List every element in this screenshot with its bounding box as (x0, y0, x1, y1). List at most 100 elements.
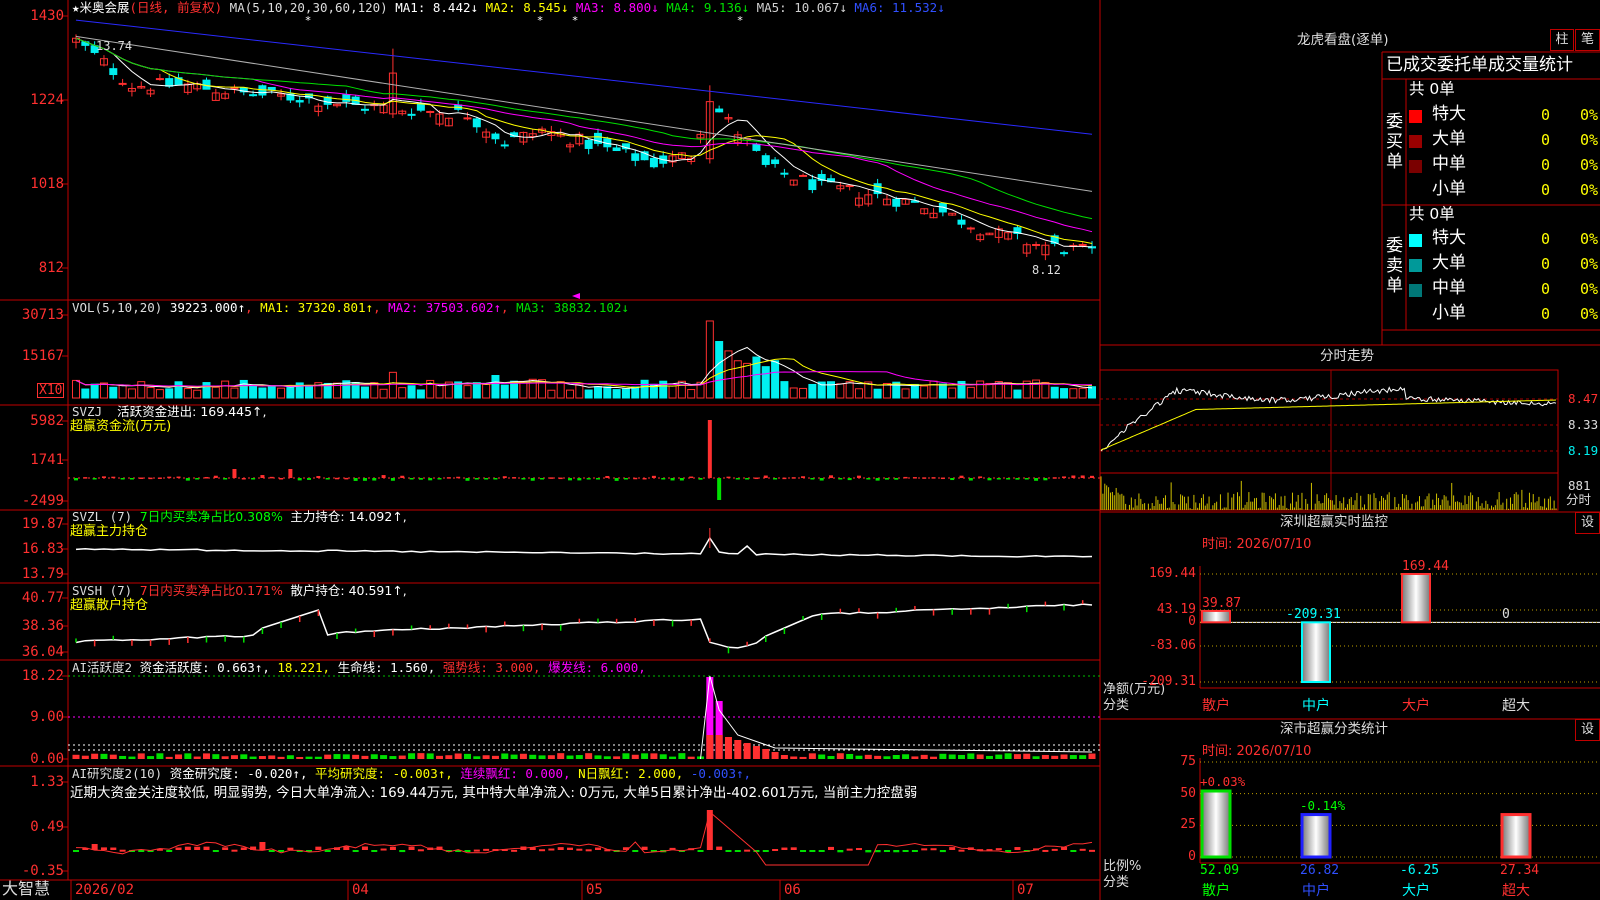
ai2-bar (576, 848, 583, 851)
svsh-hold: 散户持仓: 40.591↑, (290, 583, 407, 598)
vol-value: 39223.000↑ (169, 300, 246, 315)
ai1-bar (687, 756, 695, 759)
volume-bar (929, 380, 938, 399)
legend-swatch (1409, 135, 1422, 148)
volume-bar (258, 387, 267, 399)
main-chart-canvas[interactable]: * * * * (0, 0, 1600, 900)
volume-bar (910, 383, 919, 399)
ai1-bar (631, 754, 639, 759)
ai2-bar (632, 850, 639, 852)
svzj-bar (307, 478, 312, 480)
monitor-category: 中户 (1302, 698, 1330, 714)
app-logo[interactable]: 大智慧 (2, 881, 50, 897)
svzj-legend: SVZJ 活跃资金进出: 169.445↑, (72, 405, 267, 419)
svzj-bar (1015, 478, 1020, 480)
stock-name[interactable]: ★米奥会展 (72, 0, 130, 15)
ai1-bar (156, 753, 164, 759)
volume-bar (612, 389, 621, 399)
svzj-bar (558, 477, 563, 480)
order-count: 0 (1541, 280, 1551, 298)
ai1-bar (538, 755, 546, 759)
volume-bar (901, 388, 910, 399)
ai1-bar-base (706, 735, 714, 759)
ai1-bar (258, 756, 266, 759)
y-tick-label: 16.83 (21, 541, 64, 557)
classify-category: 中户 (1302, 883, 1330, 899)
ai2-bar (1079, 848, 1086, 851)
stroke-mode-button[interactable]: 笔 (1575, 29, 1600, 51)
volume-bar (137, 381, 146, 399)
ai2-bar (949, 847, 956, 850)
y-tick-label: 40.77 (21, 590, 64, 606)
ai1-bar (202, 753, 210, 759)
ai1-bar (557, 753, 565, 759)
sell-total: 共 0单 (1409, 205, 1455, 223)
volume-bar (640, 379, 649, 399)
svzj-bar (260, 475, 265, 478)
volume-bar (193, 389, 202, 399)
order-pct: 0% (1580, 280, 1599, 298)
monitor-ytick: 0 (1188, 614, 1196, 630)
svzj-bar (1090, 475, 1094, 478)
candle-body (109, 68, 118, 76)
ai1-bar (818, 754, 826, 759)
svzj-bar (829, 475, 834, 478)
svzj-bar (856, 475, 861, 478)
ai1-bar (193, 756, 201, 759)
ai2-bar (166, 850, 173, 852)
ai2-bar (138, 850, 145, 852)
ai1-strong: 强势线: 3.000, (442, 660, 541, 675)
volume-bar (155, 389, 164, 399)
ai1-bar (939, 753, 947, 759)
ai2-bar (1070, 850, 1077, 852)
volume-bar (715, 341, 724, 399)
volume-bar (416, 389, 425, 399)
ai2-bar (800, 850, 807, 853)
volume-bar (1078, 387, 1087, 399)
ai1-bar (128, 756, 136, 759)
ai1-bar (659, 754, 667, 759)
ai1-bar (370, 754, 378, 759)
ai1-bar (147, 756, 155, 759)
ai1-bar (995, 754, 1003, 759)
candle-body (407, 113, 416, 116)
svzj-bar (1080, 475, 1085, 478)
svzj-bar (502, 476, 507, 478)
ai2-bar (781, 847, 788, 850)
volume-bar (360, 386, 369, 399)
monitor-time: 时间: 2026/07/10 (1202, 537, 1312, 552)
volume-bar (566, 389, 575, 399)
ai1-bar (566, 755, 574, 759)
ai1-bar (892, 755, 900, 759)
svzj-bar (633, 477, 638, 480)
ai1-bar (333, 754, 341, 759)
ai1-bar (408, 753, 416, 759)
ai2-bar (883, 850, 890, 852)
order-count: 0 (1541, 255, 1551, 273)
volume-bar (286, 385, 295, 399)
candle-body (360, 108, 369, 111)
ma1-line (75, 37, 1093, 248)
svzj-bar (819, 478, 824, 481)
svzj-bar (437, 478, 442, 480)
volume-bar (109, 386, 118, 399)
ma6-label: MA6: 11.532↓ (854, 0, 945, 15)
monitor-settings-button[interactable]: 设 (1575, 512, 1600, 534)
ai1-bar (855, 755, 863, 759)
svzj-bar (269, 476, 274, 479)
volume-bar (267, 385, 276, 399)
ai1-act: 资金活跃度: 0.663↑, (139, 660, 270, 675)
volume-bar (687, 389, 696, 399)
candle-body (230, 87, 239, 90)
candle-body (892, 198, 901, 207)
ai1-bar (1023, 753, 1031, 759)
svzj-bar (912, 477, 917, 479)
classify-settings-button[interactable]: 设 (1575, 719, 1600, 741)
volume-bar (1088, 386, 1096, 399)
ai2-bar (1005, 850, 1012, 852)
ai1-bar (277, 756, 285, 759)
ai2-bar (222, 847, 229, 850)
y-tick-label: 15167 (21, 348, 64, 364)
bar-mode-button[interactable]: 柱 (1550, 29, 1574, 51)
svzj-bar (894, 478, 899, 480)
